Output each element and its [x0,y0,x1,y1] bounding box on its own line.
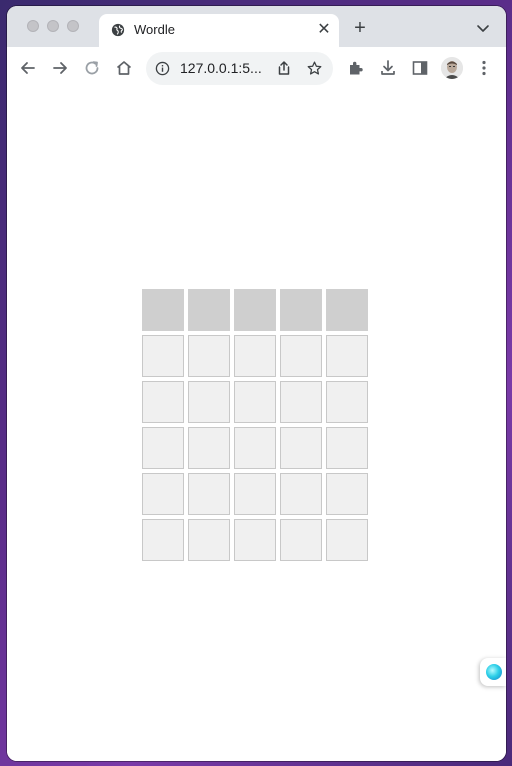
board-tile [234,473,276,515]
board-tile [142,335,184,377]
globe-icon [111,23,125,37]
board-tile [280,289,322,331]
board-tile [326,335,368,377]
tab-strip: Wordle ✕ + [7,6,506,47]
avatar[interactable] [441,57,463,79]
window-maximize-button[interactable] [67,20,79,32]
page-content [7,90,506,761]
close-tab-icon[interactable]: ✕ [315,21,333,39]
browser-window: Wordle ✕ + 127.0.0.1:5... [7,6,506,761]
address-bar[interactable]: 127.0.0.1:5... [146,52,333,85]
board-tile [234,289,276,331]
share-icon[interactable] [276,60,292,76]
board-tile [234,381,276,423]
kebab-menu-icon[interactable] [474,58,494,78]
board-tile [188,335,230,377]
board-tile [280,381,322,423]
board-tile [142,427,184,469]
download-icon[interactable] [378,58,398,78]
board-tile [326,289,368,331]
url-text[interactable]: 127.0.0.1:5... [180,60,262,76]
board-tile [326,473,368,515]
board-tile [142,473,184,515]
side-panel-icon[interactable] [410,58,430,78]
board-tile [280,335,322,377]
board-tile [142,289,184,331]
board-tile [326,427,368,469]
home-icon[interactable] [114,58,134,78]
tab-wordle[interactable]: Wordle ✕ [99,14,339,47]
board-tile [280,519,322,561]
board-tile [326,381,368,423]
board-tile [188,381,230,423]
board-tile [188,519,230,561]
board-tile [234,335,276,377]
extensions-icon[interactable] [346,58,366,78]
info-icon[interactable] [155,61,170,76]
profile-face-icon [441,57,463,79]
board-tile [188,427,230,469]
board-tile [280,473,322,515]
chevron-down-icon[interactable] [475,20,491,36]
star-icon[interactable] [306,60,323,77]
window-close-button[interactable] [27,20,39,32]
board-tile [326,519,368,561]
floating-assistant-button[interactable] [480,658,506,686]
browser-toolbar: 127.0.0.1:5... [7,47,506,91]
reload-icon[interactable] [82,58,102,78]
board-tile [234,519,276,561]
board-tile [188,289,230,331]
board-tile [280,427,322,469]
board-tile [142,519,184,561]
assistant-orb-icon [486,664,502,680]
board-tile [142,381,184,423]
back-arrow-icon[interactable] [18,58,38,78]
new-tab-button[interactable]: + [350,18,370,38]
window-minimize-button[interactable] [47,20,59,32]
board-tile [188,473,230,515]
forward-arrow-icon[interactable] [50,58,70,78]
board-tile [234,427,276,469]
tab-title: Wordle [134,22,175,37]
wordle-board [142,289,368,561]
